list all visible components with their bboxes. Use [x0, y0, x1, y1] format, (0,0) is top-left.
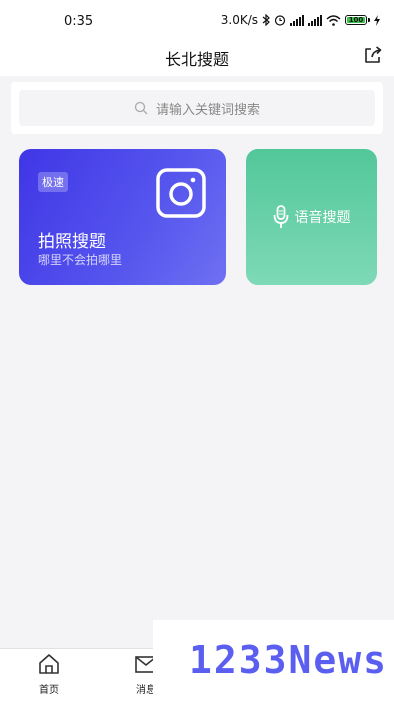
battery-icon: 100 [345, 15, 370, 25]
home-icon [39, 654, 59, 674]
watermark-text: 1233News [188, 638, 388, 682]
status-bar: 0:35 3.0K/s 100 [0, 0, 394, 40]
camera-icon [156, 168, 206, 218]
bluetooth-icon [262, 14, 270, 26]
photo-search-card[interactable]: 极速 拍照搜题 哪里不会拍哪里 [19, 149, 226, 285]
photo-search-subtitle: 哪里不会拍哪里 [38, 253, 123, 267]
microphone-icon [273, 205, 288, 228]
search-input[interactable]: 请输入关键词搜索 [19, 90, 375, 126]
battery-level: 100 [347, 16, 365, 24]
status-time: 0:35 [64, 14, 94, 29]
wifi-icon [326, 14, 341, 26]
search-section: 请输入关键词搜索 [11, 82, 383, 134]
tab-home-label: 首页 [39, 685, 59, 696]
search-placeholder: 请输入关键词搜索 [155, 102, 260, 118]
charging-icon [374, 14, 380, 26]
tab-home[interactable]: 首页 [19, 653, 79, 696]
photo-search-title: 拍照搜题 [38, 232, 106, 252]
voice-search-card[interactable]: 语音搜题 [246, 149, 377, 285]
search-icon [134, 101, 148, 115]
watermark: 1233News [153, 620, 394, 700]
signal-hd-icon [308, 14, 322, 26]
app-header: 长北搜题 [0, 40, 394, 76]
signal-icon [290, 14, 304, 26]
speed-badge: 极速 [38, 172, 68, 192]
alarm-icon [274, 15, 286, 26]
network-speed: 3.0K/s [220, 13, 258, 27]
status-icons: 3.0K/s 100 [221, 13, 380, 27]
page-title: 长北搜题 [164, 50, 229, 69]
share-icon[interactable] [362, 44, 384, 66]
voice-search-title: 语音搜题 [294, 210, 351, 226]
